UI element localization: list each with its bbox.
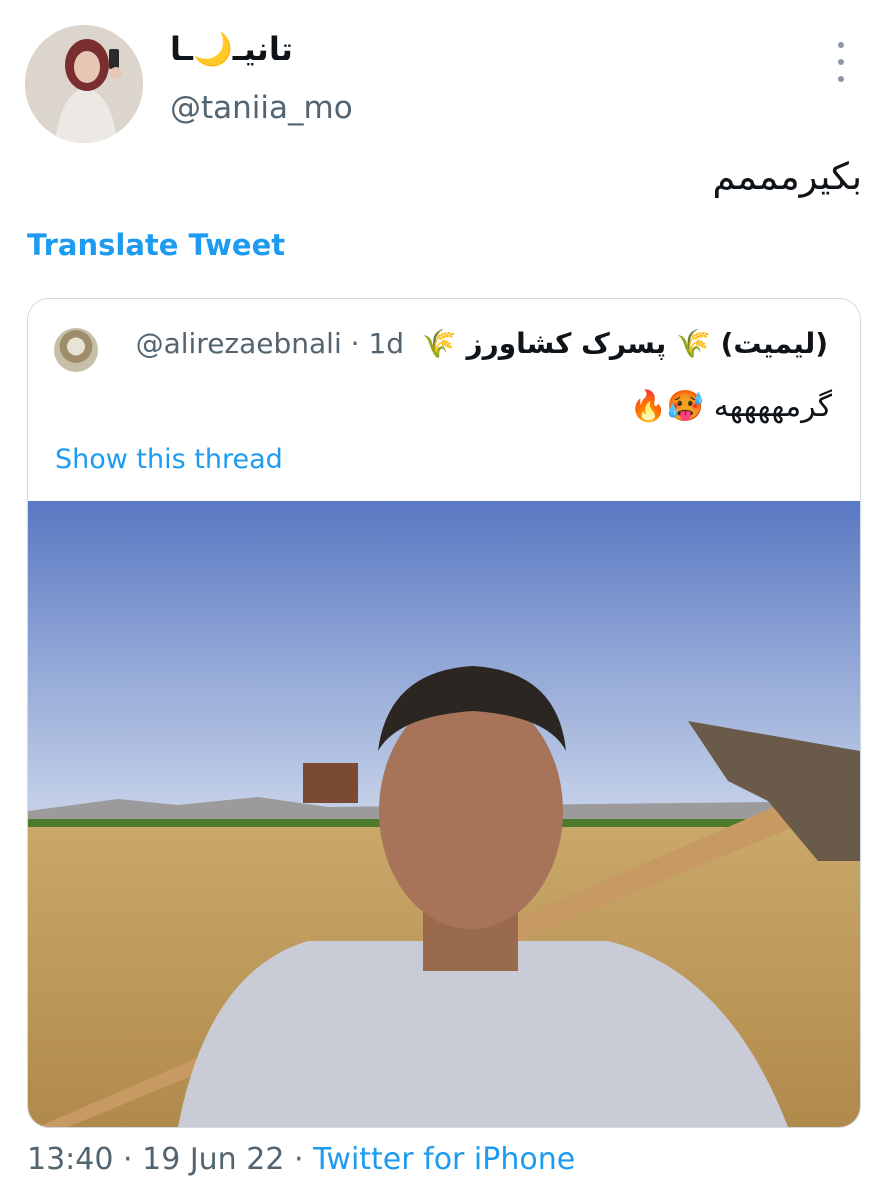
translate-tweet-link[interactable]: Translate Tweet [27, 228, 285, 262]
more-dot [838, 59, 844, 65]
separator: · [123, 1142, 133, 1177]
author-avatar[interactable] [25, 25, 143, 143]
tweet-source-link[interactable]: Twitter for iPhone [313, 1142, 575, 1177]
quoted-author-handle[interactable]: @alirezaebnali · 1d [136, 327, 404, 360]
quoted-handle-text: @alirezaebnali [135, 327, 342, 360]
show-thread-link[interactable]: Show this thread [55, 444, 283, 475]
tweet-meta: 13:40 · 19 Jun 22 · Twitter for iPhone [27, 1142, 575, 1177]
quoted-author-avatar[interactable] [54, 328, 98, 372]
quoted-tweet-photo[interactable] [28, 501, 860, 1127]
more-vertical-icon[interactable] [826, 42, 856, 82]
separator: · [350, 327, 360, 360]
author-display-name[interactable]: تانیـ🌙ـا [170, 30, 293, 68]
tweet-text: بکیرمممم [712, 155, 862, 198]
separator: · [293, 1142, 304, 1177]
quoted-time: 1d [368, 327, 405, 360]
tweet-time[interactable]: 13:40 [27, 1142, 113, 1177]
quoted-tweet-card[interactable]: (لیمیت) 🌾 پسرک کشاورز 🌾 @alirezaebnali ·… [27, 298, 861, 1128]
quoted-tweet-header: (لیمیت) 🌾 پسرک کشاورز 🌾 @alirezaebnali ·… [136, 327, 828, 360]
tweet-date[interactable]: 19 Jun 22 [142, 1142, 284, 1177]
more-dot [838, 76, 844, 82]
quoted-author-name[interactable]: (لیمیت) 🌾 پسرک کشاورز 🌾 [422, 327, 828, 360]
quoted-tweet-text: گرمههههه 🥵🔥 [629, 389, 832, 424]
more-dot [838, 42, 844, 48]
author-handle[interactable]: @taniia_mo [170, 90, 353, 126]
